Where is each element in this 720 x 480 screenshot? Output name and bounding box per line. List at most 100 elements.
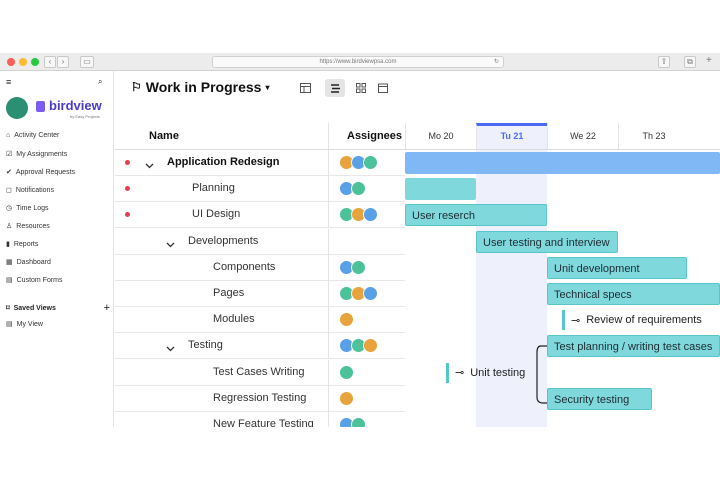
avatar[interactable] (339, 312, 354, 328)
sidebar-item-resources[interactable]: ♙ Resources (6, 222, 50, 231)
sidebar-item-custom-forms[interactable]: ▤ Custom Forms (6, 276, 63, 285)
chevron-down-icon[interactable] (166, 340, 175, 352)
back-arrow-icon[interactable]: ‹ (44, 56, 56, 68)
grid-icon (356, 83, 366, 93)
assignees-cell[interactable] (328, 385, 405, 412)
task-row[interactable]: Testing (115, 333, 405, 360)
dashboard-icon: ▦ (6, 259, 13, 266)
task-row[interactable]: Planning (115, 176, 405, 203)
task-name[interactable]: Developments (188, 235, 258, 247)
sidebar-item-dashboard[interactable]: ▦ Dashboard (6, 258, 51, 267)
gantt-chart: User reserch User testing and interview Un… (405, 150, 720, 427)
assignees-cell[interactable] (328, 333, 405, 360)
sidebar-item-my-view[interactable]: ▤ My View (6, 320, 43, 329)
day-column-header[interactable]: Mo 20 (405, 123, 476, 149)
assignees-column-header[interactable]: Assignees (347, 130, 402, 142)
reload-icon[interactable]: ↻ (494, 57, 499, 68)
task-name[interactable]: Modules (213, 313, 255, 325)
task-row[interactable]: Application Redesign (115, 150, 405, 176)
assignees-cell[interactable] (328, 150, 405, 176)
assignees-cell[interactable] (328, 202, 405, 229)
sidebar-item-activity-center[interactable]: ⌂ Activity Center (6, 132, 59, 139)
calendar-view-button[interactable] (373, 79, 393, 97)
avatar[interactable] (363, 286, 378, 301)
task-name[interactable]: Pages (213, 287, 244, 299)
avatar[interactable] (339, 364, 354, 380)
assignees-cell[interactable] (328, 281, 405, 307)
day-column-header[interactable]: Th 23 (618, 123, 689, 149)
avatar[interactable] (363, 207, 378, 223)
sidebar-item-label: Custom Forms (16, 276, 63, 284)
close-window-button[interactable] (7, 58, 15, 66)
name-column-header[interactable]: Name (149, 130, 179, 142)
brand-name: birdview (49, 98, 102, 113)
sidebar-item-notifications[interactable]: ◻ Notifications (6, 186, 54, 195)
assignees-cell[interactable] (328, 307, 405, 334)
bar-chart-icon: ▮ (6, 241, 10, 248)
day-column-header[interactable]: We 22 (547, 123, 618, 149)
sidebar-item-approval-requests[interactable]: ✔ Approval Requests (6, 168, 75, 177)
chevron-down-icon[interactable]: ▾ (265, 83, 269, 92)
person-icon: ♙ (6, 223, 13, 230)
sidebar-item-label: Resources (16, 222, 50, 230)
assignees-cell[interactable] (328, 412, 405, 427)
sidebar-item-my-assignments[interactable]: ☑ My Assignments (6, 150, 67, 159)
avatar[interactable] (339, 390, 354, 406)
task-row[interactable]: Test Cases Writing (115, 359, 405, 386)
minimize-window-button[interactable] (19, 58, 27, 66)
sidebar-item-reports[interactable]: ▮ Reports (6, 240, 38, 249)
brand-logo: birdview by Easy Projects (6, 97, 110, 123)
task-name[interactable]: New Feature Testing (213, 418, 314, 427)
task-row[interactable]: Developments (115, 228, 405, 255)
avatar[interactable] (351, 417, 366, 427)
assignees-cell[interactable] (328, 176, 405, 203)
calendar-icon (378, 83, 388, 93)
assignees-cell[interactable] (328, 254, 405, 281)
forward-arrow-icon[interactable]: › (57, 56, 69, 68)
task-name[interactable]: UI Design (192, 208, 240, 220)
task-name[interactable]: Testing (188, 339, 223, 351)
chevron-down-icon[interactable] (166, 236, 175, 248)
task-row[interactable]: Pages (115, 281, 405, 307)
assignees-cell[interactable] (328, 359, 405, 386)
avatar[interactable] (351, 259, 366, 275)
share-icon[interactable]: ⇪ (658, 56, 670, 68)
home-icon: ⌂ (6, 132, 11, 139)
search-icon[interactable]: ⌕ (98, 77, 102, 87)
address-bar[interactable]: https://www.birdviewpsa.com ↻ (212, 56, 504, 68)
gantt-icon (330, 83, 340, 93)
task-name[interactable]: Planning (192, 182, 235, 194)
avatar[interactable] (363, 155, 378, 170)
chevron-down-icon[interactable] (145, 157, 154, 169)
avatar[interactable] (351, 181, 366, 197)
assignees-cell[interactable] (328, 228, 405, 255)
day-column-header[interactable]: Tu 21 (476, 123, 547, 149)
task-row[interactable]: Modules (115, 307, 405, 334)
tabs-icon[interactable]: ⧉ (684, 56, 696, 68)
sidebar-item-time-logs[interactable]: ◷ Time Logs (6, 204, 49, 213)
avatar[interactable] (363, 338, 378, 354)
gantt-view-button[interactable] (325, 79, 345, 97)
menu-icon[interactable]: ≡ (6, 77, 11, 87)
status-flag-icon (125, 160, 130, 165)
table-view-button[interactable] (295, 79, 315, 97)
maximize-window-button[interactable] (31, 58, 39, 66)
new-tab-icon[interactable]: + (706, 55, 712, 66)
approval-icon: ✔ (6, 169, 12, 176)
task-row[interactable]: Components (115, 254, 405, 281)
browser-window: ‹ › ▭ https://www.birdviewpsa.com ↻ ⇪ ⧉ … (0, 53, 720, 427)
sidebar-item-label: Time Logs (16, 204, 49, 212)
task-row[interactable]: New Feature Testing (115, 412, 405, 427)
page-title[interactable]: ⚐ Work in Progress ▾ (131, 79, 269, 95)
task-name[interactable]: Components (213, 261, 275, 273)
task-name[interactable]: Test Cases Writing (213, 366, 305, 378)
add-saved-view-button[interactable]: + (104, 302, 110, 314)
task-name[interactable]: Regression Testing (213, 392, 306, 404)
clock-icon: ◷ (6, 205, 13, 212)
task-row[interactable]: UI Design (115, 202, 405, 229)
sidebar-toggle-icon[interactable]: ▭ (80, 56, 94, 68)
saved-views-header: ⌑ Saved Views + (6, 302, 110, 314)
board-view-button[interactable] (351, 79, 371, 97)
task-row[interactable]: Regression Testing (115, 385, 405, 412)
task-name[interactable]: Application Redesign (167, 156, 279, 168)
